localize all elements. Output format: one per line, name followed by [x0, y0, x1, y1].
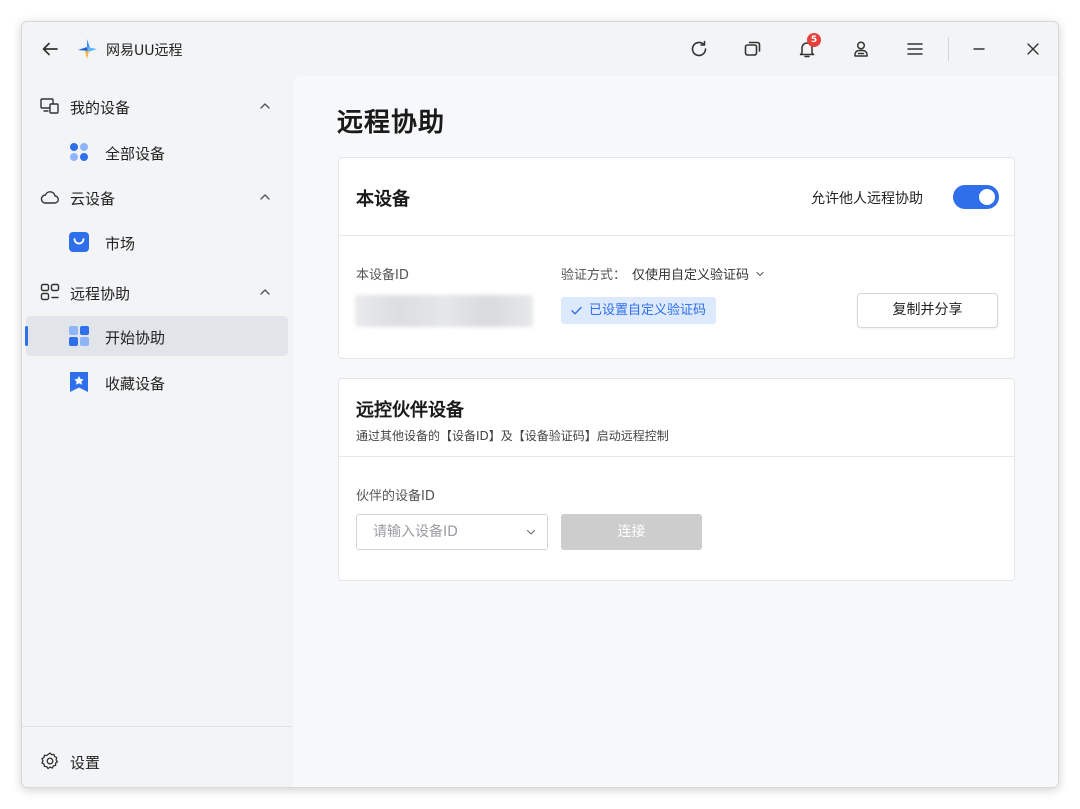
shopping-bag-icon — [69, 232, 89, 252]
notification-bell[interactable]: 5 — [794, 33, 821, 62]
copy-share-button[interactable]: 复制并分享 — [857, 293, 998, 328]
chevron-up-icon — [260, 194, 270, 200]
user-icon[interactable] — [848, 36, 874, 62]
remote-assist-icon — [40, 283, 60, 301]
settings-button[interactable]: 设置 — [22, 742, 292, 778]
titlebar-divider — [948, 37, 949, 61]
this-device-card: 本设备 允许他人远程协助 本设备ID 验证方式： 仅使用自定义验证码 已设置自定… — [338, 157, 1015, 359]
verify-mode-value: 仅使用自定义验证码 — [632, 268, 750, 283]
sidebar-item-market[interactable]: 市场 — [26, 222, 288, 262]
sidebar-group-cloud-devices[interactable]: 云设备 — [22, 179, 292, 215]
page-title: 远程协助 — [337, 108, 446, 138]
sidebar-group-remote-assist[interactable]: 远程协助 — [22, 274, 292, 310]
sidebar-item-label: 收藏设备 — [105, 375, 166, 393]
main-content: 远程协助 本设备 允许他人远程协助 本设备ID 验证方式： 仅使用自定义验证码 … — [293, 76, 1058, 787]
app-logo — [76, 38, 98, 60]
partner-id-input[interactable] — [357, 515, 517, 549]
sidebar-item-all-devices[interactable]: 全部设备 — [26, 132, 288, 172]
partner-id-label: 伙伴的设备ID — [356, 489, 435, 504]
gear-icon — [41, 752, 59, 770]
minimize-icon[interactable] — [966, 36, 992, 62]
active-indicator — [25, 326, 28, 346]
verify-status-text: 已设置自定义验证码 — [589, 303, 707, 318]
device-id-value-blurred — [355, 295, 533, 327]
bookmark-star-icon — [70, 372, 88, 392]
sidebar-group-label: 云设备 — [70, 190, 116, 208]
verify-status-chip: 已设置自定义验证码 — [561, 297, 717, 324]
multi-window-icon[interactable] — [740, 36, 766, 62]
card-subtitle: 通过其他设备的【设备ID】及【设备验证码】启动远程控制 — [356, 429, 669, 443]
chevron-down-icon[interactable] — [525, 526, 537, 538]
settings-label: 设置 — [70, 754, 101, 772]
devices-icon — [40, 98, 59, 114]
sidebar-item-label: 开始协助 — [105, 329, 166, 347]
chevron-up-icon — [260, 103, 270, 109]
card-divider — [339, 456, 1014, 457]
back-arrow-icon[interactable] — [38, 37, 62, 61]
app-title: 网易UU远程 — [106, 43, 183, 59]
sidebar-group-my-devices[interactable]: 我的设备 — [22, 88, 292, 124]
sidebar-item-start-assist[interactable]: 开始协助 — [25, 316, 288, 356]
card-divider — [339, 235, 1014, 236]
allow-remote-toggle[interactable] — [953, 185, 999, 209]
grid-dots-icon — [70, 143, 88, 161]
device-id-label: 本设备ID — [356, 268, 409, 283]
menu-icon[interactable] — [902, 36, 928, 62]
sidebar-divider — [22, 726, 292, 727]
sidebar-item-favorites[interactable]: 收藏设备 — [26, 362, 288, 402]
refresh-icon[interactable] — [686, 36, 712, 62]
title-bar: 网易UU远程 5 — [22, 22, 1058, 76]
check-icon — [571, 306, 582, 315]
card-title: 本设备 — [356, 189, 410, 210]
connect-button[interactable]: 连接 — [561, 514, 702, 550]
sidebar-group-label: 远程协助 — [70, 285, 131, 303]
allow-remote-label: 允许他人远程协助 — [811, 191, 923, 207]
sidebar-item-label: 全部设备 — [105, 145, 166, 163]
chevron-down-icon — [756, 271, 764, 276]
notification-badge: 5 — [807, 33, 821, 47]
verify-mode-dropdown[interactable]: 验证方式： 仅使用自定义验证码 — [561, 264, 765, 283]
sidebar-item-label: 市场 — [105, 235, 136, 253]
sidebar: 我的设备 全部设备 云设备 市场 远程协助 开始协助 收藏设备 设置 — [22, 76, 292, 787]
app-window: 网易UU远程 5 我的设备 全部设备 云设备 市场 远程协助 开始协助 收藏设备… — [21, 21, 1059, 788]
verify-mode-label: 验证方式： — [561, 268, 627, 283]
card-title: 远控伙伴设备 — [356, 400, 464, 421]
chevron-up-icon — [260, 289, 270, 295]
sidebar-group-label: 我的设备 — [70, 99, 131, 117]
partner-id-combobox[interactable] — [356, 514, 548, 550]
partner-device-card: 远控伙伴设备 通过其他设备的【设备ID】及【设备验证码】启动远程控制 伙伴的设备… — [338, 378, 1015, 581]
close-icon[interactable] — [1020, 36, 1046, 62]
start-assist-icon — [69, 326, 89, 346]
cloud-icon — [40, 191, 59, 204]
